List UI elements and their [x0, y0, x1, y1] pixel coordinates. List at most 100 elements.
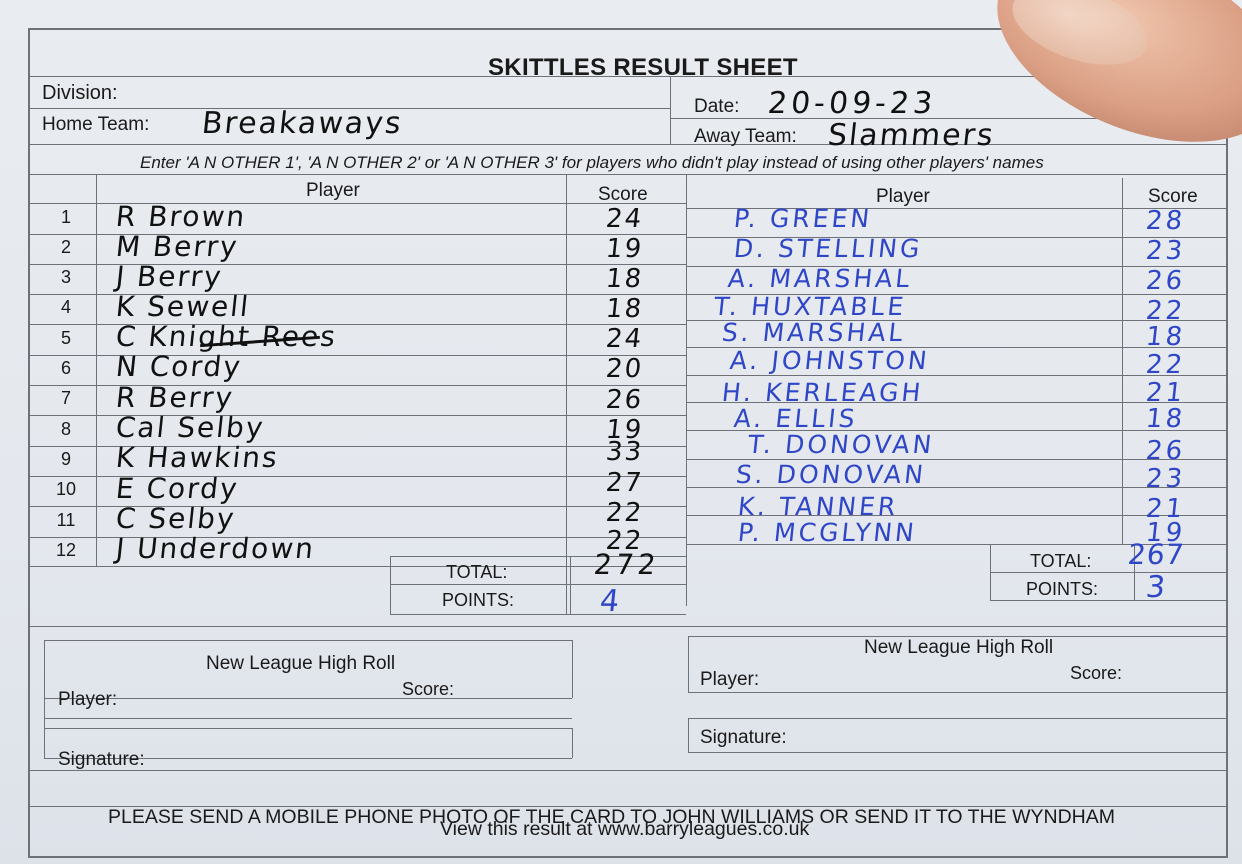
home-player-name: R Berry [114, 381, 236, 414]
away-score: 23 [1144, 464, 1187, 494]
home-player-name: K Hawkins [114, 441, 281, 474]
away-player-name: D. STELLING [732, 234, 924, 263]
rule [30, 174, 1226, 175]
rule [688, 636, 689, 692]
result-sheet-card: SKITTLES RESULT SHEET Division: Home Tea… [0, 0, 1242, 864]
rule [30, 626, 1226, 627]
home-score: 18 [604, 264, 645, 294]
home-high-roll-title: New League High Roll [206, 653, 396, 674]
row-number: 6 [60, 358, 71, 378]
date-value: 20-09-23 [766, 86, 939, 121]
home-score: 26 [604, 385, 645, 415]
rule [572, 640, 573, 698]
away-team-label: Away Team: [694, 126, 797, 147]
away-score: 26 [1144, 266, 1187, 296]
away-score: 22 [1144, 350, 1187, 380]
away-player-name: T. DONOVAN [746, 430, 936, 459]
home-player-name: J Berry [114, 260, 225, 293]
away-player-name: H. KERLEAGH [720, 378, 925, 407]
row-number: 1 [60, 207, 71, 227]
rule [44, 718, 572, 719]
away-points-value: 3 [1144, 570, 1170, 605]
home-score: 20 [604, 354, 645, 384]
rule [572, 728, 573, 758]
instruction-text: Enter 'A N OTHER 1', 'A N OTHER 2' or 'A… [140, 153, 1044, 172]
home-player-name: C Selby [114, 502, 238, 535]
home-team-label: Home Team: [42, 114, 150, 135]
rule [688, 718, 689, 752]
rule [390, 584, 686, 585]
row-number: 2 [60, 237, 71, 257]
rule [688, 752, 1226, 753]
away-total-label: TOTAL: [1030, 551, 1092, 571]
rule [44, 698, 572, 699]
row-number: 7 [60, 388, 71, 408]
home-score: 33 [604, 437, 645, 467]
date-label: Date: [694, 96, 740, 117]
away-player-name: A. MARSHAL [726, 264, 914, 293]
rule [688, 692, 1226, 693]
home-team-value: Breakaways [200, 106, 405, 141]
away-player-name: P. MCGLYNN [736, 518, 919, 547]
away-signature-label: Signature: [700, 727, 787, 748]
away-player-header: Player [876, 186, 930, 207]
row-number: 4 [60, 297, 71, 317]
away-player-name: K. TANNER [736, 492, 900, 521]
row-number: 8 [60, 419, 71, 439]
rule [390, 556, 391, 614]
rule [30, 770, 1226, 771]
rule [44, 640, 572, 641]
away-score: 18 [1144, 322, 1187, 352]
rule [990, 544, 991, 600]
home-score: 24 [604, 324, 645, 354]
away-high-roll-score-label: Score: [1070, 663, 1123, 683]
rule [990, 572, 1226, 573]
home-total-value: 272 [592, 548, 662, 581]
rule [670, 76, 671, 144]
home-player-name: Cal Selby [114, 411, 267, 444]
home-points-value: 4 [598, 584, 624, 619]
away-score: 26 [1144, 436, 1187, 466]
away-score: 28 [1144, 206, 1187, 236]
row-number: 12 [55, 540, 77, 560]
home-player-name: K Sewell [114, 290, 252, 323]
away-player-name: P. GREEN [732, 204, 874, 233]
rule [30, 566, 686, 567]
home-player-name: N Cordy [114, 350, 244, 383]
footer-website: View this result at www.barryleagues.co.… [440, 818, 810, 840]
rule [570, 556, 571, 614]
rule [390, 614, 686, 615]
away-player-name: S. MARSHAL [720, 318, 908, 347]
home-score: 19 [604, 234, 645, 264]
row-number: 5 [60, 328, 71, 348]
row-number: 11 [56, 510, 76, 530]
rule [30, 144, 1226, 145]
away-score: 23 [1144, 236, 1187, 266]
row-number: 9 [60, 449, 71, 469]
away-player-name: S. DONOVAN [734, 460, 928, 489]
home-player-header: Player [306, 180, 360, 201]
home-score: 27 [604, 468, 645, 498]
row-number: 10 [55, 479, 77, 499]
home-score: 18 [604, 294, 645, 324]
away-score-header: Score [1148, 186, 1198, 207]
away-player-name: A. ELLIS [732, 404, 859, 433]
home-signature-label: Signature: [58, 749, 145, 770]
rule [686, 174, 687, 606]
rule [44, 640, 45, 758]
division-label: Division: [42, 82, 118, 104]
away-total-value: 267 [1126, 538, 1187, 571]
away-player-name: A. JOHNSTON [728, 346, 932, 375]
home-points-label: POINTS: [442, 590, 515, 610]
away-high-roll-player-label: Player: [700, 669, 760, 690]
rule [1122, 178, 1123, 544]
away-points-label: POINTS: [1026, 579, 1099, 599]
away-team-value: Slammers [826, 118, 997, 153]
away-score: 18 [1144, 404, 1187, 434]
rule [566, 174, 567, 614]
home-player-name: J Underdown [114, 532, 317, 565]
home-total-label: TOTAL: [446, 562, 508, 582]
home-player-name: E Cordy [114, 472, 241, 505]
home-high-roll-player-label: Player: [58, 689, 118, 710]
rule [96, 174, 97, 566]
